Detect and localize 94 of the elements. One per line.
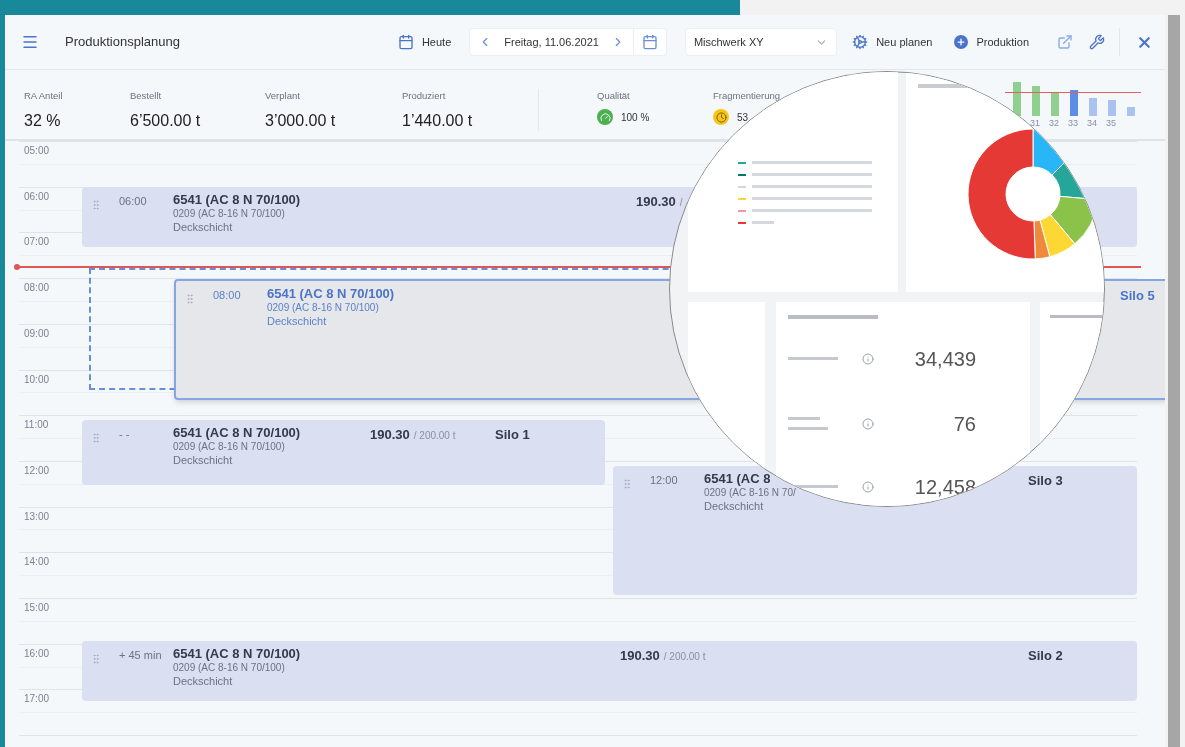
drag-handle-icon[interactable] xyxy=(90,199,102,211)
order-amount: 190.30 xyxy=(620,647,660,665)
bar-label: 33 xyxy=(1068,117,1079,130)
order-title: 6541 (AC 8 N 70/100) xyxy=(267,286,395,303)
stat-label: Verplant xyxy=(265,89,301,103)
order-silo: Silo 5 xyxy=(1120,287,1155,305)
order-title: 6541 (AC 8 xyxy=(704,471,772,488)
bar-label: 32 xyxy=(1049,117,1060,130)
bar-label: 34 xyxy=(1087,117,1098,130)
date-label: Freitag, 11.06.2021 xyxy=(503,34,600,50)
replan-button[interactable]: Neu planen xyxy=(852,33,933,51)
bar-label: 31 xyxy=(1030,117,1041,130)
order-title: 6541 (AC 8 N 70/100) xyxy=(173,425,301,442)
chart-bar xyxy=(1070,90,1078,116)
calendar-icon xyxy=(397,34,414,50)
chart-bar xyxy=(1032,86,1040,116)
card-title-drawing xyxy=(918,84,968,88)
menu-icon xyxy=(21,33,39,51)
order-total: / 200.00 t xyxy=(413,429,456,443)
order-layer: Deckschicht xyxy=(173,453,234,468)
drag-handle-icon[interactable] xyxy=(90,432,102,444)
order-batch: 0209 (AC 8-16 N 70/100) xyxy=(173,662,286,675)
order-layer: Deckschicht xyxy=(267,314,328,329)
order-layer: Deckschicht xyxy=(173,674,234,689)
order-time: 08:00 xyxy=(213,288,241,303)
card-title-drawing xyxy=(1050,315,1104,318)
scrollbar[interactable] xyxy=(1168,15,1180,747)
hour-label: 08:00 xyxy=(24,281,50,296)
bar-label: 35 xyxy=(1106,117,1117,130)
calendar-icon xyxy=(641,34,658,50)
order-layer: Deckschicht xyxy=(173,220,234,235)
hour-label: 14:00 xyxy=(24,555,50,570)
stat-value: 32 % xyxy=(24,111,61,132)
info-icon[interactable] xyxy=(862,418,874,430)
order-layer: Deckschicht xyxy=(704,499,765,514)
order-batch: 0209 (AC 8-16 N 70/100) xyxy=(173,441,286,454)
info-icon[interactable] xyxy=(862,353,874,365)
hour-label: 15:00 xyxy=(24,601,50,615)
chart-bar xyxy=(1013,82,1021,116)
stat-label: Fragmentierung xyxy=(713,89,782,103)
stat-label: Bestellt xyxy=(130,89,163,103)
hour-label: 05:00 xyxy=(24,144,50,158)
hour-label: 10:00 xyxy=(24,372,50,387)
hour-label: 07:00 xyxy=(24,235,50,250)
order-title: 6541 (AC 8 N 70/100) xyxy=(173,646,301,663)
chart-bar xyxy=(1127,107,1135,116)
order-silo: Silo 3 xyxy=(1028,472,1063,490)
chart-bar xyxy=(1051,92,1059,116)
hour-label: 06:00 xyxy=(24,189,50,204)
order-total: / xyxy=(679,196,683,210)
hour-label: 13:00 xyxy=(24,509,50,524)
order-batch: 0209 (AC 8-16 N 70/100) xyxy=(267,302,380,315)
order-batch: 0209 (AC 8-16 N 70/ xyxy=(704,487,796,500)
add-production-button[interactable]: Produktion xyxy=(954,33,1030,51)
metric-value: 76 xyxy=(952,414,976,434)
drag-handle-icon[interactable] xyxy=(184,293,196,305)
order-batch: 0209 (AC 8-16 N 70/100) xyxy=(173,208,286,221)
order-time: 12:00 xyxy=(650,473,678,488)
stat-value: 6’500.00 t xyxy=(130,111,201,132)
settings-button[interactable] xyxy=(1089,34,1106,50)
order-time: 06:00 xyxy=(119,194,147,209)
hour-label: 11:00 xyxy=(24,418,49,433)
metric-value: 34,439 xyxy=(913,349,976,369)
order-amount: 190.30 xyxy=(370,426,410,444)
order-block[interactable]: + 45 min 6541 (AC 8 N 70/100) 0209 (AC 8-16 N 70/100) Deckschicht 190.30 / 200.00 t Silo 2 xyxy=(82,641,1137,701)
page-title: Produktionsplanung xyxy=(65,33,180,52)
order-silo: Silo 2 xyxy=(1028,647,1063,665)
stat-value: 1’440.00 t xyxy=(402,111,473,132)
order-silo: Silo 1 xyxy=(495,426,530,444)
today-button[interactable]: Heute xyxy=(397,33,452,51)
hour-label: 12:00 xyxy=(24,463,50,478)
order-amount: 190.30 xyxy=(636,193,676,211)
stat-label: RA Anteil xyxy=(24,89,64,103)
drag-handle-icon[interactable] xyxy=(90,653,102,665)
order-total: / 200.00 t xyxy=(663,650,706,664)
chart-bar xyxy=(1089,98,1097,116)
stat-label: Qualität xyxy=(597,89,631,103)
hour-label: 16:00 xyxy=(24,646,50,661)
plant-dropdown[interactable]: Mischwerk XY xyxy=(684,28,838,56)
hour-label: 17:00 xyxy=(24,692,50,707)
info-icon[interactable] xyxy=(862,481,874,493)
export-button[interactable] xyxy=(1057,34,1074,50)
stat-value: 3’000.00 t xyxy=(265,111,336,132)
order-time: + 45 min xyxy=(119,648,162,663)
stat-value: 100 % xyxy=(621,110,650,125)
stat-label: Produziert xyxy=(402,89,447,103)
order-time: - - xyxy=(119,427,130,442)
hour-label: 09:00 xyxy=(24,326,50,341)
stat-value: 53 xyxy=(737,110,749,125)
chart-bar xyxy=(1108,100,1116,116)
drag-handle-icon[interactable] xyxy=(621,478,633,490)
order-block[interactable]: - - 6541 (AC 8 N 70/100) 0209 (AC 8-16 N 70/100) Deckschicht 190.30 / 200.00 t Silo 1 xyxy=(82,420,605,485)
gear-icon xyxy=(852,34,869,50)
order-title: 6541 (AC 8 N 70/100) xyxy=(173,192,301,209)
